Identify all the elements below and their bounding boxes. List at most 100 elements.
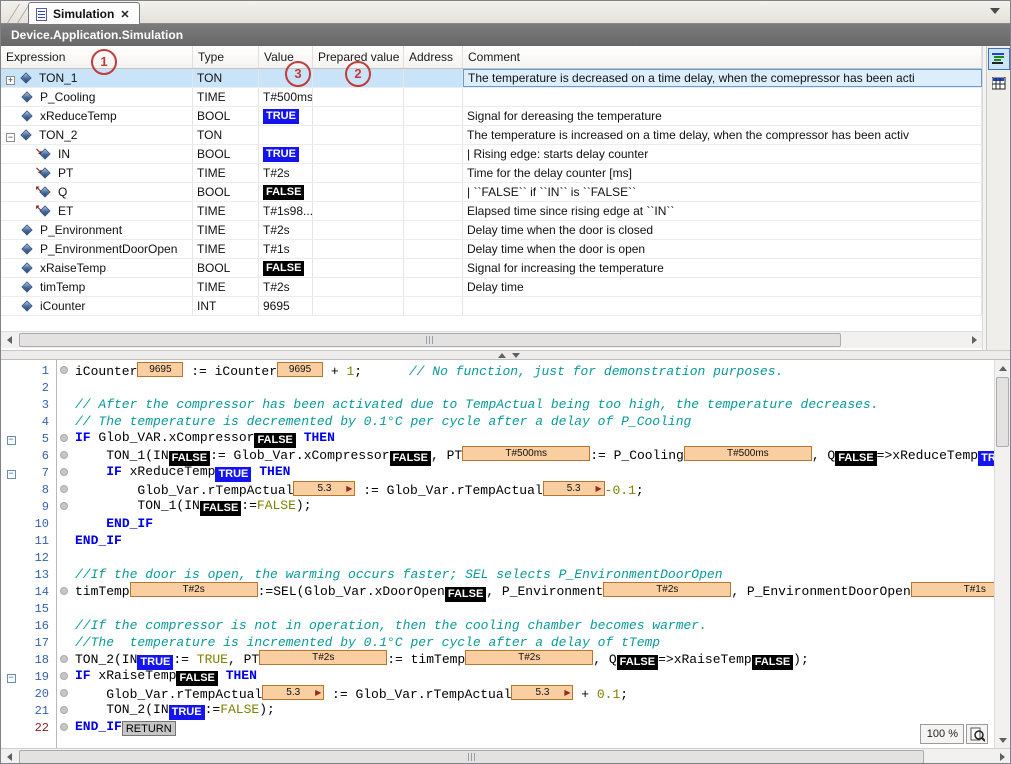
inline-monitor-box[interactable]: T#500ms (462, 446, 590, 461)
fold-collapse-icon[interactable]: − (7, 436, 16, 445)
table-row[interactable]: ↘PTTIMET#2sTime for the delay counter [m… (1, 164, 982, 183)
cell-expression[interactable]: xReduceTemp (1, 107, 193, 125)
code-line[interactable]: 9 TON_1(INFALSE:=FALSE); (1, 498, 995, 515)
code-line[interactable]: 1iCounter9695 := iCounter9695 + 1; // No… (1, 362, 995, 379)
cell-prepared-value[interactable] (313, 202, 404, 220)
cell-expression[interactable]: ↘PT (1, 164, 193, 182)
code-line[interactable]: 11END_IF (1, 532, 995, 549)
code-text[interactable]: Glob_Var.rTempActual5.3▶ := Glob_Var.rTe… (75, 685, 995, 702)
inline-false-chip[interactable]: FALSE (200, 501, 241, 516)
textual-view-button[interactable] (988, 48, 1010, 70)
table-row[interactable]: −TON_2TONThe temperature is increased on… (1, 126, 982, 145)
table-row[interactable]: P_CoolingTIMET#500ms (1, 88, 982, 107)
panel-splitter[interactable] (1, 350, 1010, 360)
tab-simulation[interactable]: Simulation ✕ (28, 2, 140, 25)
table-row[interactable]: iCounterINT9695 (1, 297, 982, 316)
watch-table-horizontal-scrollbar[interactable] (1, 331, 982, 348)
inline-monitor-box[interactable]: 5.3▶ (262, 685, 324, 700)
tabular-view-button[interactable] (988, 72, 1010, 94)
code-text[interactable]: //If the door is open, the warming occur… (75, 567, 995, 582)
code-line[interactable]: 12 (1, 549, 995, 566)
code-line[interactable]: −19IF xRaiseTempFALSE THEN (1, 668, 995, 685)
code-line[interactable]: 14timTempT#2s:=SEL(Glob_Var.xDoorOpenFAL… (1, 583, 995, 600)
inline-monitor-box[interactable]: T#500ms (684, 446, 812, 461)
scroll-up-arrow-icon[interactable] (995, 360, 1011, 376)
column-header-comment[interactable]: Comment (463, 46, 982, 68)
cell-value[interactable]: T#1s (259, 240, 313, 258)
code-line[interactable]: 17//The temperature is incremented by 0.… (1, 634, 995, 651)
code-line[interactable]: 6 TON_1(INFALSE:= Glob_Var.xCompressorFA… (1, 447, 995, 464)
cell-prepared-value[interactable] (313, 107, 404, 125)
cell-prepared-value[interactable] (313, 183, 404, 201)
code-text[interactable]: // The temperature is decremented by 0.1… (75, 414, 995, 429)
expand-arrow-icon[interactable]: ▶ (346, 482, 352, 496)
cell-expression[interactable]: −TON_2 (1, 126, 193, 144)
code-line[interactable]: 22END_IFRETURN (1, 719, 995, 736)
code-text[interactable]: TON_2(INTRUE:= TRUE, PTT#2s:= timTempT#2… (75, 650, 995, 670)
inline-monitor-box[interactable]: 5.3▶ (293, 481, 355, 496)
column-header-address[interactable]: Address (404, 46, 463, 68)
scrollbar-thumb[interactable] (996, 377, 1009, 447)
scroll-left-arrow-icon[interactable] (1, 332, 17, 348)
cell-value[interactable]: FALSE (259, 183, 313, 201)
cell-value[interactable]: T#2s (259, 164, 313, 182)
magnifier-button[interactable] (966, 724, 988, 744)
cell-expression[interactable]: P_Environment (1, 221, 193, 239)
cell-expression[interactable]: P_EnvironmentDoorOpen (1, 240, 193, 258)
cell-value[interactable] (259, 126, 313, 144)
scroll-left-arrow-icon[interactable] (1, 749, 17, 764)
fold-collapse-icon[interactable]: − (7, 674, 16, 683)
inline-false-chip[interactable]: FALSE (176, 671, 217, 686)
code-vertical-scrollbar[interactable] (994, 360, 1010, 748)
code-line[interactable]: −7 IF xReduceTempTRUE THEN (1, 464, 995, 481)
table-row[interactable]: P_EnvironmentDoorOpenTIMET#1sDelay time … (1, 240, 982, 259)
table-row[interactable]: P_EnvironmentTIMET#2sDelay time when the… (1, 221, 982, 240)
code-horizontal-scrollbar[interactable] (1, 748, 1010, 764)
cell-prepared-value[interactable] (313, 259, 404, 277)
code-line[interactable]: 18TON_2(INTRUE:= TRUE, PTT#2s:= timTempT… (1, 651, 995, 668)
code-text[interactable]: END_IF (75, 533, 995, 548)
cell-expression[interactable]: timTemp (1, 278, 193, 296)
inline-monitor-box[interactable]: T#2s (130, 582, 258, 597)
cell-prepared-value[interactable] (313, 221, 404, 239)
code-text[interactable]: IF xRaiseTempFALSE THEN (75, 668, 995, 686)
code-line[interactable]: 21 TON_2(INTRUE:=FALSE); (1, 702, 995, 719)
table-row[interactable]: timTempTIMET#2sDelay time (1, 278, 982, 297)
table-row[interactable]: xRaiseTempBOOLFALSESignal for increasing… (1, 259, 982, 278)
code-line[interactable]: 20 Glob_Var.rTempActual5.3▶ := Glob_Var.… (1, 685, 995, 702)
cell-value[interactable]: T#2s (259, 278, 313, 296)
code-text[interactable]: iCounter9695 := iCounter9695 + 1; // No … (75, 362, 995, 379)
inline-monitor-box[interactable]: 5.3▶ (511, 685, 573, 700)
cell-value[interactable]: TRUE (259, 145, 313, 163)
inline-true-chip[interactable]: TRUE (215, 467, 251, 482)
code-text[interactable]: // After the compressor has been activat… (75, 397, 995, 412)
cell-expression[interactable]: P_Cooling (1, 88, 193, 106)
expand-toggle-icon[interactable]: − (6, 133, 15, 142)
inline-monitor-box[interactable]: 9695 (137, 362, 183, 377)
scroll-right-arrow-icon[interactable] (994, 749, 1010, 764)
cell-expression[interactable]: ↘IN (1, 145, 193, 163)
code-line[interactable]: 8 Glob_Var.rTempActual5.3▶ := Glob_Var.r… (1, 481, 995, 498)
code-line[interactable]: −5IF Glob_VAR.xCompressorFALSE THEN (1, 430, 995, 447)
cell-expression[interactable]: iCounter (1, 297, 193, 315)
cell-value[interactable]: TRUE (259, 107, 313, 125)
inline-monitor-box[interactable]: 5.3▶ (543, 481, 605, 496)
cell-prepared-value[interactable] (313, 88, 404, 106)
code-line[interactable]: 16//If the compressor is not in operatio… (1, 617, 995, 634)
fold-collapse-icon[interactable]: − (7, 470, 16, 479)
cell-prepared-value[interactable] (313, 164, 404, 182)
cell-value[interactable]: FALSE (259, 259, 313, 277)
scrollbar-thumb[interactable] (19, 333, 841, 347)
cell-prepared-value[interactable] (313, 240, 404, 258)
cell-prepared-value[interactable] (313, 297, 404, 315)
expand-arrow-icon[interactable]: ▶ (564, 686, 570, 700)
cell-prepared-value[interactable] (313, 278, 404, 296)
code-line[interactable]: 3// After the compressor has been activa… (1, 396, 995, 413)
code-line[interactable]: 2 (1, 379, 995, 396)
cell-value[interactable]: T#2s (259, 221, 313, 239)
code-line[interactable]: 15 (1, 600, 995, 617)
code-editor[interactable]: 1iCounter9695 := iCounter9695 + 1; // No… (1, 360, 995, 748)
close-icon[interactable]: ✕ (120, 8, 129, 21)
code-text[interactable]: TON_1(INFALSE:=FALSE); (75, 498, 995, 516)
table-row[interactable]: +TON_1TONThe temperature is decreased on… (1, 69, 982, 88)
